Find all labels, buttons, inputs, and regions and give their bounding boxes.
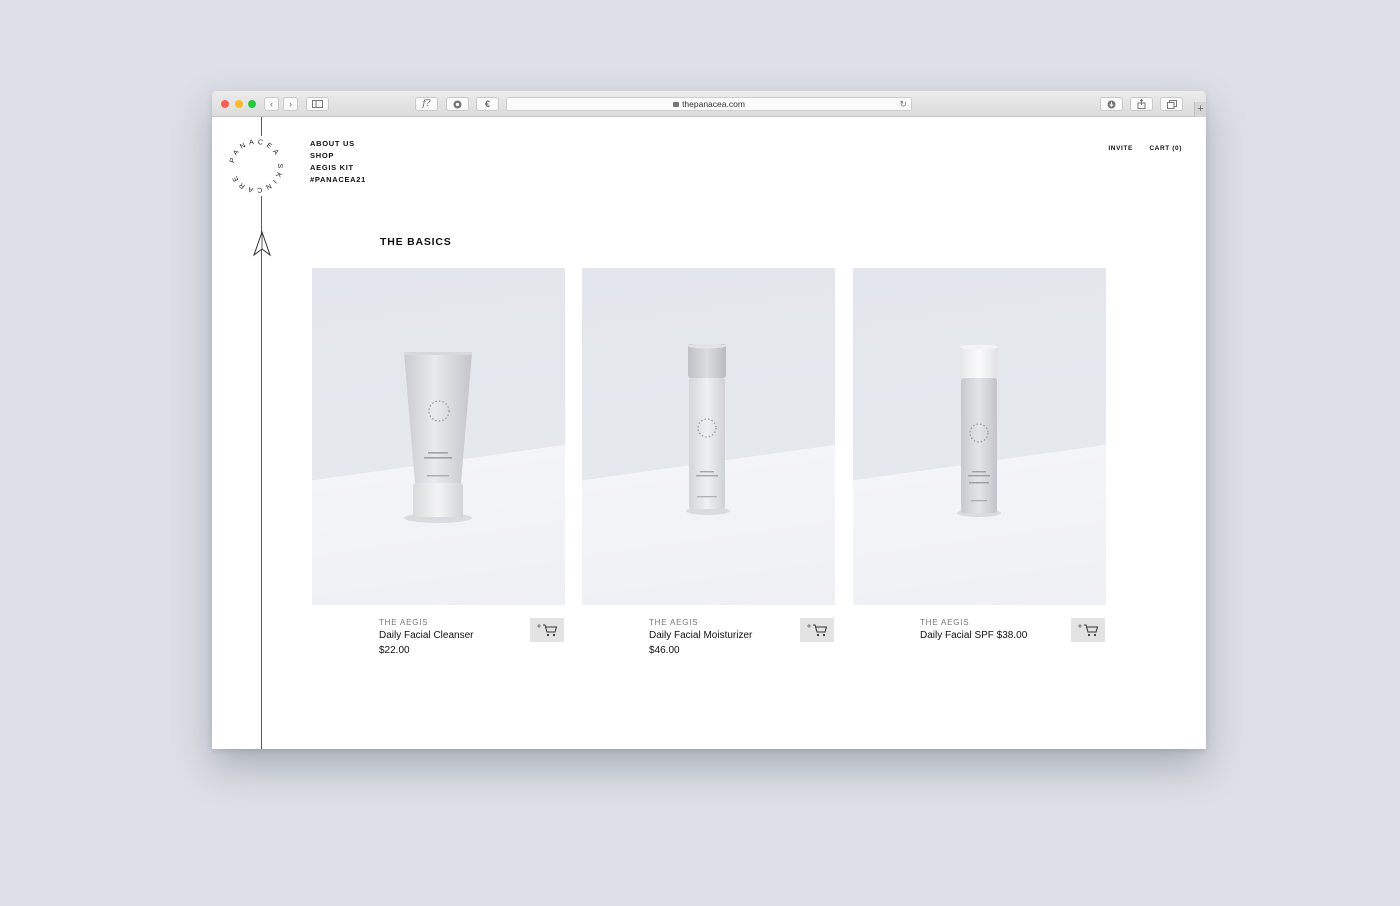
product-brand: THE AEGIS (379, 618, 429, 627)
product-card: THE AEGIS Daily Facial Cleanser $22.00 (312, 268, 565, 656)
shield-icon (453, 100, 462, 109)
nav-about-us[interactable]: ABOUT US (310, 138, 366, 150)
product-image[interactable] (853, 268, 1106, 605)
svg-text:PANACEA SKINCARE: PANACEA SKINCARE (229, 139, 283, 194)
product-price: $46.00 (649, 645, 680, 656)
share-icon (1137, 98, 1146, 109)
close-window-button[interactable] (221, 100, 229, 108)
product-name[interactable]: Daily Facial SPF $38.00 (920, 630, 1027, 641)
main-nav: ABOUT US SHOP AEGIS KIT #PANACEA21 (310, 138, 366, 186)
panacea-ring-logo: PANACEA SKINCARE (229, 139, 283, 194)
new-tab-button[interactable]: + (1194, 102, 1206, 117)
account-links: INVITE CART (0) (1096, 137, 1182, 155)
product-card: THE AEGIS Daily Facial Moisturizer $46.0… (582, 268, 835, 656)
downloads-button[interactable] (1100, 97, 1123, 111)
product-name[interactable]: Daily Facial Cleanser (379, 630, 473, 641)
panacea-logo[interactable]: PANACEA SKINCARE (226, 136, 286, 196)
back-button[interactable]: ‹ (264, 97, 279, 111)
product-brand: THE AEGIS (920, 618, 970, 627)
privacy-extension-button[interactable] (446, 97, 469, 111)
address-bar[interactable]: thepanacea.com ↻ (506, 97, 912, 111)
tabs-icon (1166, 100, 1177, 109)
moisturizer-bottle-image (686, 343, 730, 515)
reader-extension-button[interactable]: € (476, 97, 499, 111)
section-title: THE BASICS (380, 236, 452, 248)
product-image[interactable] (582, 268, 835, 605)
add-to-cart-button[interactable] (800, 618, 834, 642)
minimize-window-button[interactable] (235, 100, 243, 108)
product-name[interactable]: Daily Facial Moisturizer (649, 630, 752, 641)
nav-aegis-kit[interactable]: AEGIS KIT (310, 162, 366, 174)
spf-bottle-image (957, 344, 1001, 517)
browser-toolbar: ‹ › f? € thepanacea.com ↻ + (212, 91, 1206, 117)
invite-link[interactable]: INVITE (1108, 145, 1133, 152)
add-to-cart-button[interactable] (530, 618, 564, 642)
share-button[interactable] (1130, 97, 1153, 111)
add-to-cart-icon (537, 624, 558, 637)
lock-icon (673, 102, 680, 107)
add-to-cart-icon (807, 624, 828, 637)
download-icon (1107, 100, 1116, 109)
vertical-rule (261, 117, 262, 749)
add-to-cart-button[interactable] (1071, 618, 1105, 642)
nav-shop[interactable]: SHOP (310, 150, 366, 162)
cleanser-tube-image (404, 352, 472, 523)
product-image[interactable] (312, 268, 565, 605)
forward-button[interactable]: › (283, 97, 298, 111)
zoom-window-button[interactable] (248, 100, 256, 108)
product-card: THE AEGIS Daily Facial SPF $38.00 (853, 268, 1106, 642)
sidebar-toggle-button[interactable] (306, 97, 329, 111)
url-text: thepanacea.com (682, 99, 745, 109)
logo-text: PANACEA SKINCARE (229, 139, 280, 194)
tabs-overview-button[interactable] (1160, 97, 1183, 111)
paper-plane-arrow-icon[interactable] (253, 231, 271, 257)
product-price: $22.00 (379, 645, 410, 656)
font-extension-button[interactable]: f? (415, 97, 438, 111)
cart-link[interactable]: CART (0) (1149, 145, 1182, 152)
sidebar-icon (312, 100, 323, 108)
nav-panacea21[interactable]: #PANACEA21 (310, 174, 366, 186)
add-to-cart-icon (1078, 624, 1099, 637)
browser-window: ‹ › f? € thepanacea.com ↻ + PANACEA SKIN… (212, 91, 1206, 749)
product-brand: THE AEGIS (649, 618, 699, 627)
reload-icon[interactable]: ↻ (899, 98, 907, 111)
